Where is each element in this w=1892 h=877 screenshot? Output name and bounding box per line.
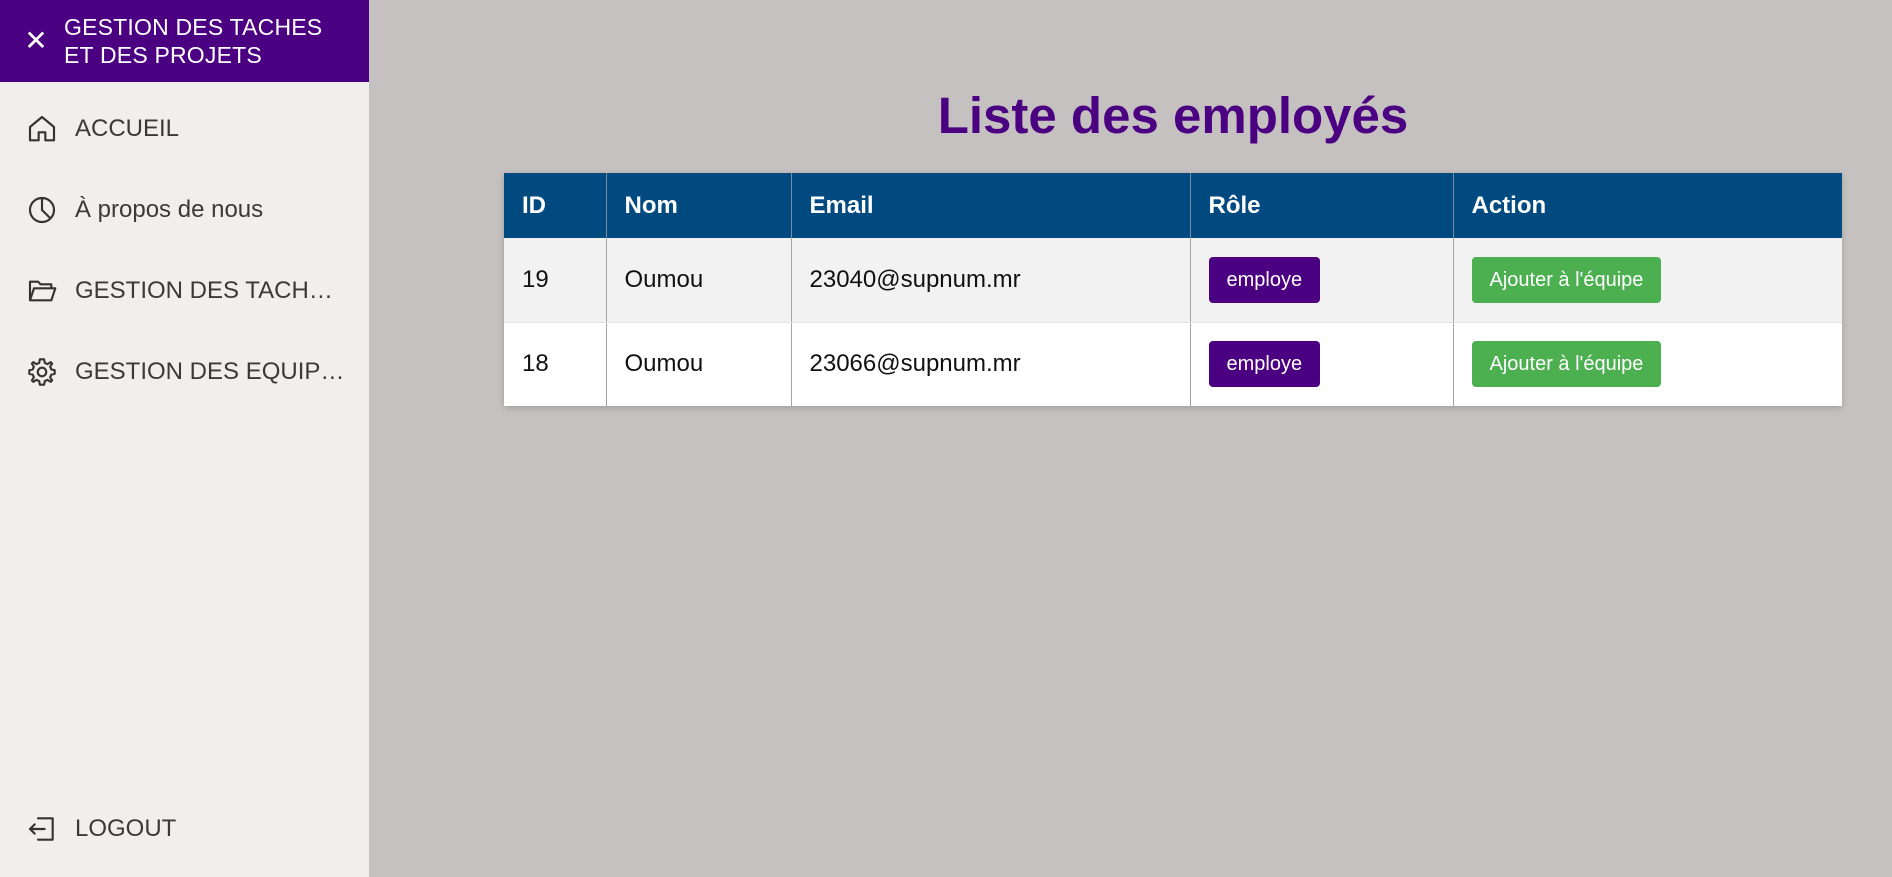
cell-id: 18 (504, 322, 607, 406)
pie-chart-icon (26, 194, 58, 226)
sidebar-item-a-propos[interactable]: À propos de nous (0, 180, 369, 240)
column-header-nom[interactable]: Nom (606, 173, 792, 238)
sidebar-item-label: ACCUEIL (75, 115, 180, 142)
logout-icon (26, 813, 58, 845)
table-row: 19 Oumou 23040@supnum.mr employe Ajouter… (504, 238, 1842, 323)
column-header-email[interactable]: Email (791, 173, 1191, 238)
gear-icon (26, 356, 58, 388)
role-badge: employe (1208, 341, 1321, 388)
cell-action: Ajouter à l'équipe (1453, 322, 1842, 406)
sidebar-item-accueil[interactable]: ACCUEIL (0, 99, 369, 159)
cell-nom: Oumou (606, 238, 792, 323)
sidebar: ✕ GESTION DES TACHES ET DES PROJETS ACCU… (0, 0, 369, 877)
cell-role: employe (1190, 238, 1454, 323)
logout-button[interactable]: LOGOUT (0, 799, 369, 859)
app-title: GESTION DES TACHES ET DES PROJETS (64, 14, 323, 68)
add-to-team-button[interactable]: Ajouter à l'équipe (1471, 256, 1662, 303)
cell-nom: Oumou (606, 322, 792, 406)
cell-action: Ajouter à l'équipe (1453, 238, 1842, 323)
add-to-team-button[interactable]: Ajouter à l'équipe (1471, 341, 1662, 388)
page-title: Liste des employés (937, 87, 1409, 144)
role-badge: employe (1208, 256, 1321, 303)
table-row: 18 Oumou 23066@supnum.mr employe Ajouter… (504, 322, 1842, 406)
cell-email: 23066@supnum.mr (791, 322, 1191, 406)
close-icon[interactable]: ✕ (24, 27, 48, 55)
logout-label: LOGOUT (75, 815, 177, 842)
sidebar-header: ✕ GESTION DES TACHES ET DES PROJETS (0, 0, 369, 82)
sidebar-item-label: GESTION DES EQUIPES (75, 358, 345, 385)
sidebar-item-label: À propos de nous (75, 196, 264, 223)
cell-role: employe (1190, 322, 1454, 406)
home-icon (26, 113, 58, 145)
sidebar-item-gestion-taches[interactable]: GESTION DES TACHES ET DES PROJETS (0, 261, 369, 321)
sidebar-item-gestion-equipes[interactable]: GESTION DES EQUIPES (0, 342, 369, 402)
cell-email: 23040@supnum.mr (791, 238, 1191, 323)
column-header-action[interactable]: Action (1453, 173, 1842, 238)
column-header-id[interactable]: ID (504, 173, 607, 238)
employees-table: ID Nom Email Rôle Action 19 Oumou 23040@… (504, 173, 1842, 406)
column-header-role[interactable]: Rôle (1190, 173, 1454, 238)
sidebar-item-label: GESTION DES TACHES ET DES PROJETS (75, 277, 345, 304)
table-header-row: ID Nom Email Rôle Action (504, 173, 1842, 238)
folder-open-icon (26, 275, 58, 307)
cell-id: 19 (504, 238, 607, 323)
